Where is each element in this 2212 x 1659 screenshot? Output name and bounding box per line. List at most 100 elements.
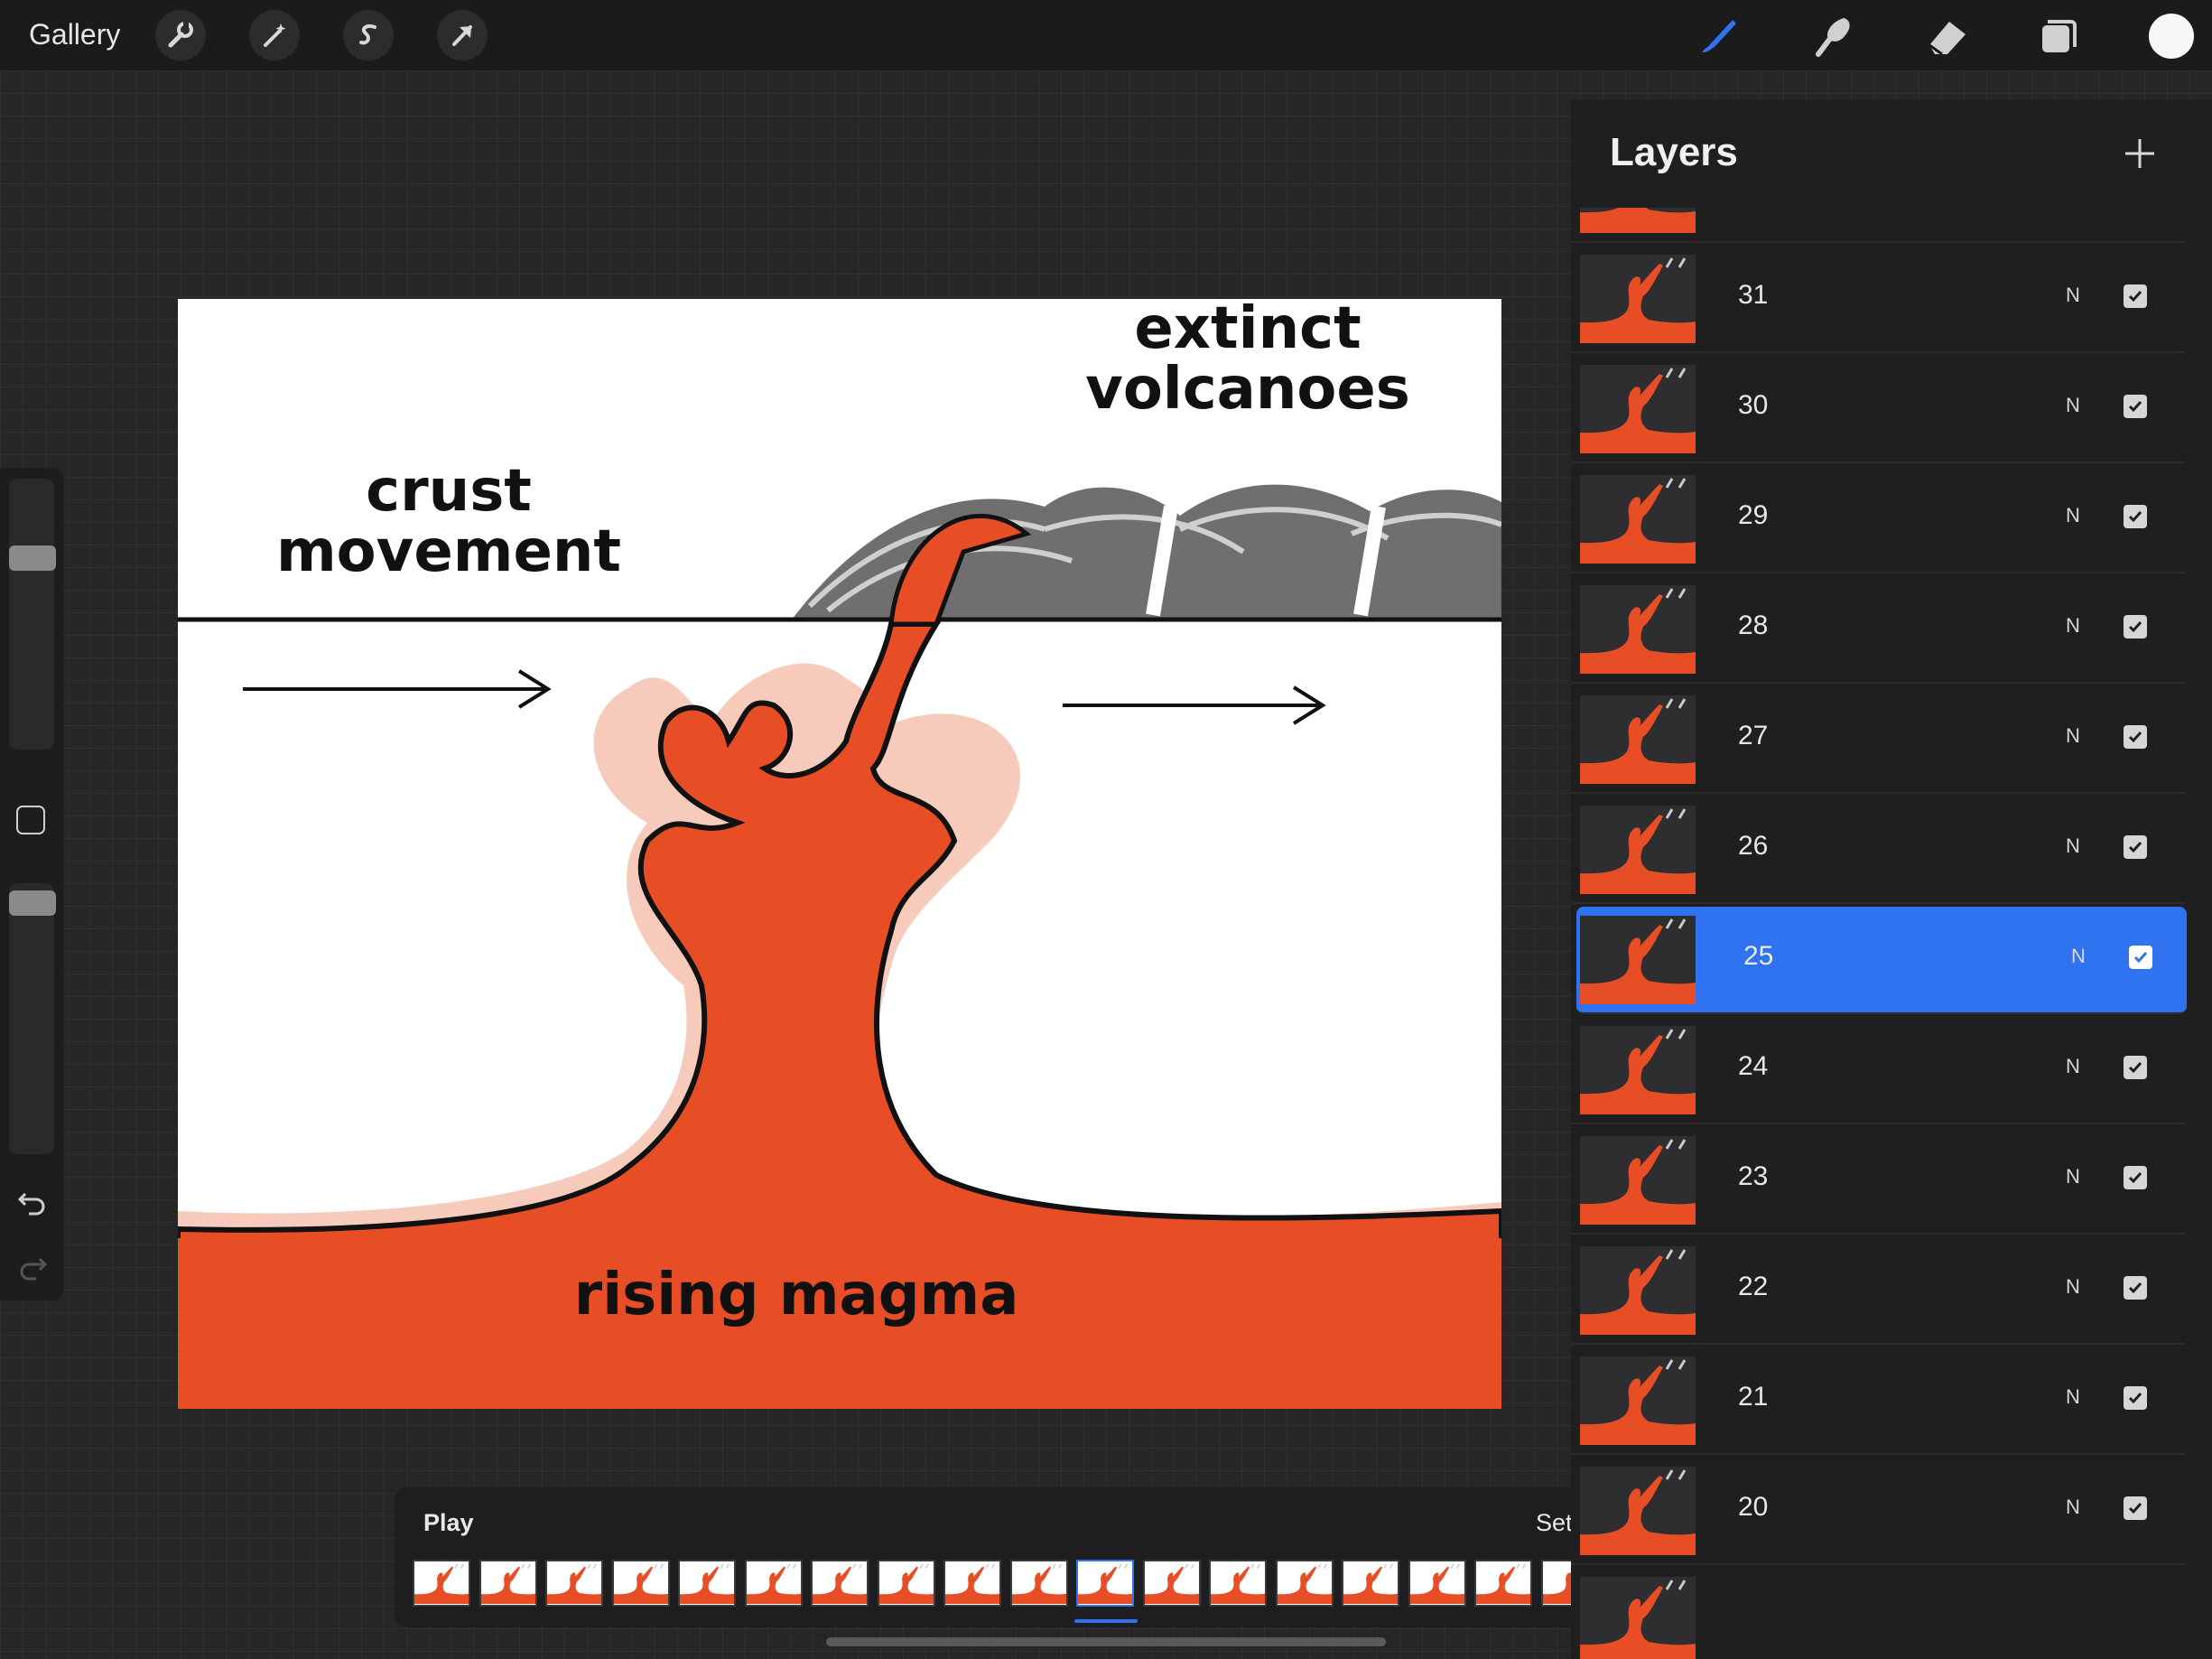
animation-frame[interactable] bbox=[1009, 1560, 1068, 1607]
layer-blend-mode[interactable]: N bbox=[2066, 614, 2080, 638]
layer-row[interactable]: 23 N bbox=[1571, 1127, 2185, 1235]
gallery-button[interactable]: Gallery bbox=[29, 18, 120, 51]
color-picker-swatch[interactable] bbox=[2149, 14, 2194, 59]
eraser-icon[interactable] bbox=[1920, 9, 1975, 63]
animation-frame[interactable] bbox=[811, 1560, 869, 1607]
check-icon bbox=[2128, 401, 2142, 413]
layer-thumbnail bbox=[1580, 916, 1696, 1004]
layer-visibility-checkbox[interactable] bbox=[2124, 725, 2147, 749]
animation-frame[interactable] bbox=[413, 1560, 470, 1607]
left-sidebar bbox=[0, 468, 63, 1300]
layer-blend-mode[interactable]: N bbox=[2066, 504, 2080, 527]
layer-visibility-checkbox[interactable] bbox=[2124, 1166, 2147, 1189]
animation-frame[interactable] bbox=[943, 1560, 1001, 1607]
layer-thumbnail bbox=[1580, 475, 1696, 564]
move-arrow-icon[interactable] bbox=[437, 10, 488, 61]
artwork-canvas[interactable]: crust movement extinct volcanoes rising … bbox=[178, 299, 1501, 1409]
layer-row[interactable]: 30 N bbox=[1571, 356, 2185, 463]
animation-frame[interactable] bbox=[744, 1560, 803, 1607]
layer-visibility-checkbox[interactable] bbox=[2124, 1386, 2147, 1410]
layer-blend-mode[interactable]: N bbox=[2066, 1055, 2080, 1078]
layer-row[interactable]: 26 N bbox=[1571, 797, 2185, 904]
layer-thumbnail bbox=[1580, 806, 1696, 894]
layer-visibility-checkbox[interactable] bbox=[2124, 615, 2147, 638]
brush-size-slider[interactable] bbox=[9, 479, 54, 750]
layers-panel: Layers 32N31N30N29N28N27N26N25N24N23N22N… bbox=[1571, 99, 2212, 1659]
animation-frame[interactable] bbox=[479, 1560, 537, 1607]
layer-visibility-checkbox[interactable] bbox=[2124, 1276, 2147, 1300]
layer-row[interactable]: 24 N bbox=[1571, 1017, 2185, 1124]
undo-icon[interactable] bbox=[16, 1188, 49, 1220]
animation-frame[interactable] bbox=[877, 1560, 935, 1607]
modify-button[interactable] bbox=[16, 806, 45, 834]
animation-frame[interactable] bbox=[1209, 1560, 1267, 1607]
extinct-volcanoes-label: extinct volcanoes bbox=[1085, 299, 1410, 424]
layer-blend-mode[interactable]: N bbox=[2066, 1275, 2080, 1299]
animation-frame[interactable] bbox=[1142, 1560, 1201, 1607]
layer-row[interactable]: 31 N bbox=[1571, 246, 2185, 353]
magic-wand-icon[interactable] bbox=[249, 10, 300, 61]
layer-name: 27 bbox=[1738, 721, 1769, 750]
animation-frame[interactable] bbox=[1474, 1560, 1532, 1607]
animation-frame[interactable] bbox=[1540, 1560, 1571, 1607]
selection-s-icon[interactable] bbox=[343, 10, 394, 61]
layer-name: 28 bbox=[1738, 610, 1769, 640]
animation-frame[interactable] bbox=[1275, 1560, 1334, 1607]
layer-thumbnail bbox=[1580, 695, 1696, 784]
layer-thumbnail bbox=[1580, 255, 1696, 343]
check-icon bbox=[2128, 842, 2142, 853]
play-button[interactable]: Play bbox=[423, 1509, 474, 1537]
animation-frame[interactable] bbox=[678, 1560, 736, 1607]
layer-visibility-checkbox[interactable] bbox=[2124, 395, 2147, 418]
layer-blend-mode[interactable]: N bbox=[2071, 945, 2086, 968]
settings-button[interactable]: Set bbox=[1536, 1509, 1571, 1537]
layer-blend-mode[interactable]: N bbox=[2066, 284, 2080, 307]
brush-icon[interactable] bbox=[1691, 9, 1745, 63]
layer-name: 30 bbox=[1738, 390, 1769, 420]
layer-name: 25 bbox=[1743, 941, 1774, 971]
redo-icon[interactable] bbox=[16, 1254, 49, 1285]
check-icon bbox=[2128, 1393, 2142, 1404]
animation-frame[interactable] bbox=[1076, 1560, 1134, 1607]
layer-row[interactable]: 20 N bbox=[1571, 1458, 2185, 1565]
animation-frame[interactable] bbox=[545, 1560, 603, 1607]
rising-magma-label: rising magma bbox=[573, 1262, 1019, 1328]
layer-thumbnail bbox=[1580, 1467, 1696, 1555]
layer-blend-mode[interactable]: N bbox=[2066, 1165, 2080, 1188]
layer-row[interactable] bbox=[1571, 1568, 2185, 1659]
layer-visibility-checkbox[interactable] bbox=[2124, 1496, 2147, 1520]
opacity-slider[interactable] bbox=[9, 883, 54, 1154]
layer-row[interactable]: 22 N bbox=[1571, 1237, 2185, 1345]
layers-icon[interactable] bbox=[2031, 9, 2086, 63]
check-icon bbox=[2128, 1282, 2142, 1294]
layer-blend-mode[interactable]: N bbox=[2066, 394, 2080, 417]
layer-row[interactable]: 28 N bbox=[1571, 576, 2185, 684]
layer-visibility-checkbox[interactable] bbox=[2124, 1056, 2147, 1079]
animation-frame[interactable] bbox=[611, 1560, 670, 1607]
brush-size-knob[interactable] bbox=[9, 545, 56, 571]
layer-visibility-checkbox[interactable] bbox=[2124, 835, 2147, 859]
plus-icon bbox=[2125, 139, 2154, 168]
crust-movement-label: crust movement bbox=[275, 458, 622, 586]
layer-blend-mode[interactable]: N bbox=[2066, 724, 2080, 748]
check-icon bbox=[2128, 1503, 2142, 1515]
check-icon bbox=[2128, 1172, 2142, 1184]
layer-row[interactable]: 27 N bbox=[1571, 686, 2185, 794]
layer-row[interactable]: 21 N bbox=[1571, 1347, 2185, 1455]
smudge-icon[interactable] bbox=[1806, 9, 1860, 63]
layer-visibility-checkbox[interactable] bbox=[2124, 284, 2147, 308]
layer-blend-mode[interactable]: N bbox=[2066, 1496, 2080, 1519]
add-layer-button[interactable] bbox=[2113, 126, 2167, 181]
layer-visibility-checkbox[interactable] bbox=[2124, 505, 2147, 528]
animation-timeline: Play Set bbox=[395, 1487, 1571, 1627]
animation-frame[interactable] bbox=[1408, 1560, 1466, 1607]
wrench-icon[interactable] bbox=[155, 10, 206, 61]
layer-blend-mode[interactable]: N bbox=[2066, 1385, 2080, 1409]
layer-row[interactable]: 29 N bbox=[1571, 466, 2185, 573]
layer-row[interactable]: 25 N bbox=[1576, 907, 2187, 1014]
layer-name: 29 bbox=[1738, 500, 1769, 530]
opacity-knob[interactable] bbox=[9, 890, 56, 916]
layer-blend-mode[interactable]: N bbox=[2066, 834, 2080, 858]
animation-frame[interactable] bbox=[1342, 1560, 1399, 1607]
layer-visibility-checkbox[interactable] bbox=[2129, 946, 2152, 969]
